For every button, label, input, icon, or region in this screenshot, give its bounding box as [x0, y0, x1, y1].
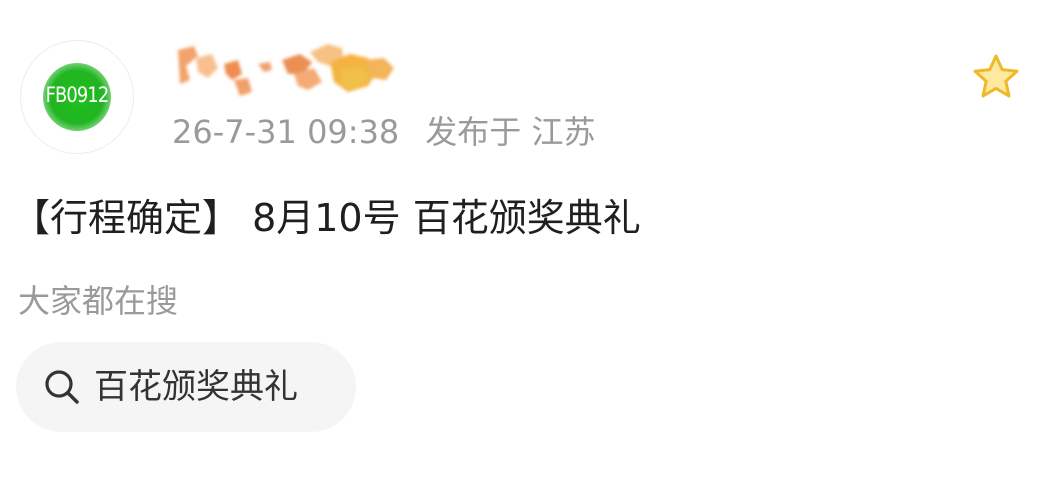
post-location: 江苏 — [531, 113, 596, 151]
star-icon[interactable] — [970, 52, 1022, 102]
user-avatar[interactable]: FB0912 — [20, 40, 134, 154]
post-meta: 26-7-31 09:38 发布于 江苏 — [172, 110, 595, 154]
search-icon — [45, 370, 79, 404]
trending-search-label: 大家都在搜 — [18, 282, 179, 320]
search-chip-label: 百花颁奖典礼 — [94, 367, 298, 407]
post-title: 【行程确定】 8月10号 百花颁奖典礼 — [12, 196, 641, 240]
post-timestamp: 26-7-31 09:38 — [172, 113, 400, 151]
location-prefix: 发布于 — [425, 113, 522, 151]
trending-search-chip[interactable]: 百花颁奖典礼 — [16, 342, 356, 432]
avatar-text: FB0912 — [45, 83, 110, 107]
username-obscured-art[interactable] — [172, 40, 397, 102]
